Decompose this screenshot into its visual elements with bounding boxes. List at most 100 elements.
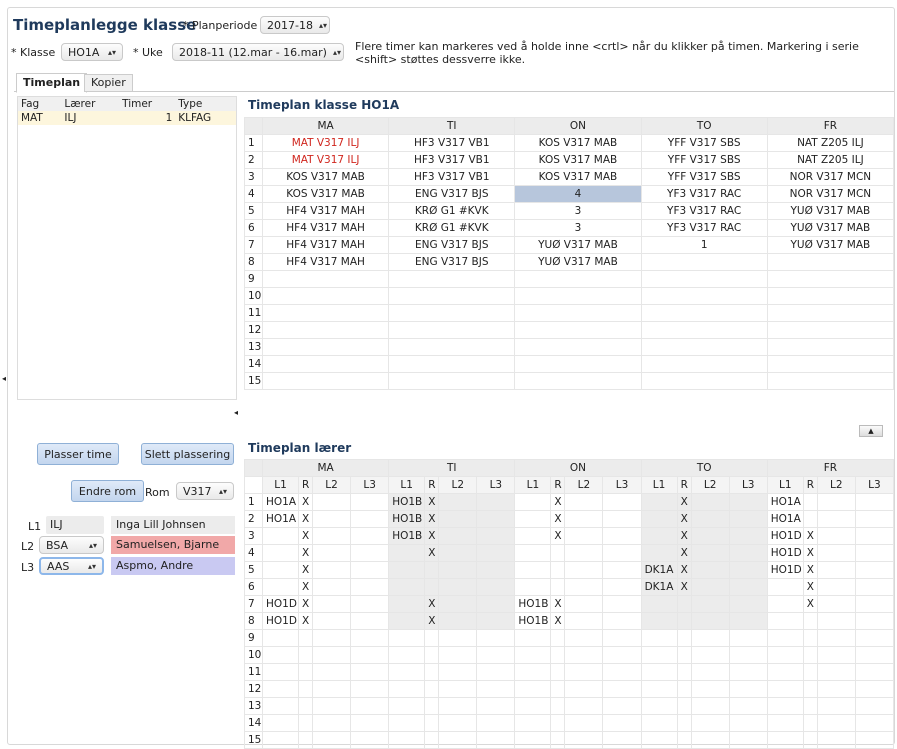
teacher-cell[interactable] (550, 646, 566, 664)
lesson-cell[interactable] (766, 355, 895, 373)
teacher-cell[interactable] (564, 578, 604, 596)
teacher-cell[interactable]: X (298, 561, 313, 579)
teacher-cell[interactable] (728, 697, 768, 715)
teacher-cell[interactable] (298, 680, 313, 698)
teacher-cell[interactable] (854, 646, 895, 664)
teacher-cell[interactable] (728, 714, 768, 732)
teacher-cell[interactable] (388, 697, 426, 715)
lesson-cell[interactable] (388, 372, 516, 390)
teacher-cell[interactable] (424, 697, 440, 715)
teacher-cell[interactable] (311, 544, 352, 562)
teacher-cell[interactable] (816, 731, 856, 749)
teacher-cell[interactable] (690, 646, 730, 664)
teacher-cell[interactable] (388, 646, 426, 664)
lesson-cell[interactable]: KOS V317 MAB (514, 151, 642, 169)
teacher-cell[interactable] (438, 510, 478, 528)
tab-kopier[interactable]: Kopier (84, 74, 133, 92)
teacher-cell[interactable]: X (676, 544, 692, 562)
lesson-cell[interactable]: KOS V317 MAB (514, 134, 642, 152)
lesson-cell[interactable] (388, 321, 516, 339)
teacher-cell[interactable] (350, 527, 390, 545)
teacher-cell[interactable]: X (550, 510, 566, 528)
teacher-cell[interactable] (350, 646, 390, 664)
expand-up-icon[interactable]: ▲ (859, 425, 883, 437)
lesson-cell[interactable] (514, 321, 642, 339)
lesson-cell[interactable]: KRØ G1 #KVK (388, 219, 516, 237)
teacher-cell[interactable] (676, 612, 692, 630)
teacher-cell[interactable] (766, 697, 804, 715)
endre-rom-button[interactable]: Endre rom (71, 480, 144, 502)
lesson-cell[interactable] (640, 338, 768, 356)
klasse-select[interactable]: HO1A ▴▾ (61, 43, 123, 61)
teacher-cell[interactable] (424, 731, 440, 749)
tab-timeplan[interactable]: Timeplan (16, 73, 88, 93)
teacher-cell[interactable] (550, 680, 566, 698)
teacher-cell[interactable] (350, 663, 390, 681)
teacher-cell[interactable] (564, 646, 604, 664)
lesson-cell[interactable] (261, 287, 390, 305)
teacher-cell[interactable] (311, 629, 352, 647)
lesson-cell[interactable] (261, 355, 390, 373)
lesson-cell[interactable]: YFF V317 SBS (640, 168, 768, 186)
teacher-cell[interactable] (388, 680, 426, 698)
teacher-cell[interactable] (311, 646, 352, 664)
teacher-cell[interactable] (602, 493, 642, 511)
teacher-cell[interactable] (550, 663, 566, 681)
teacher-cell[interactable]: DK1A (640, 578, 678, 596)
lesson-cell[interactable] (640, 355, 768, 373)
teacher-cell[interactable] (602, 663, 642, 681)
teacher-cell[interactable]: HO1A (766, 510, 804, 528)
teacher-cell[interactable]: X (298, 510, 313, 528)
teacher-cell[interactable]: DK1A (640, 561, 678, 579)
teacher-cell[interactable] (514, 714, 552, 732)
teacher-cell[interactable] (262, 680, 299, 698)
teacher-cell[interactable] (690, 595, 730, 613)
teacher-cell[interactable]: X (424, 595, 440, 613)
teacher-l1-code[interactable]: ILJ (46, 516, 104, 534)
teacher-cell[interactable] (438, 544, 478, 562)
lesson-cell[interactable] (261, 372, 390, 390)
teacher-cell[interactable]: HO1B (388, 510, 426, 528)
teacher-cell[interactable] (854, 578, 895, 596)
teacher-cell[interactable] (564, 680, 604, 698)
teacher-cell[interactable] (766, 612, 804, 630)
teacher-cell[interactable] (766, 578, 804, 596)
teacher-cell[interactable] (854, 680, 895, 698)
teacher-cell[interactable] (766, 663, 804, 681)
teacher-cell[interactable]: X (298, 544, 313, 562)
teacher-cell[interactable] (602, 510, 642, 528)
planperiode-select[interactable]: 2017-18 ▴▾ (260, 16, 330, 34)
lesson-cell[interactable]: YFF V317 SBS (640, 151, 768, 169)
lesson-cell[interactable]: HF4 V317 MAH (261, 253, 390, 271)
teacher-cell[interactable] (816, 578, 856, 596)
teacher-cell[interactable] (816, 544, 856, 562)
teacher-cell[interactable] (262, 561, 299, 579)
teacher-cell[interactable] (854, 629, 895, 647)
teacher-cell[interactable] (424, 663, 440, 681)
teacher-cell[interactable]: HO1D (766, 527, 804, 545)
teacher-cell[interactable] (802, 629, 818, 647)
lesson-cell[interactable] (766, 372, 895, 390)
lesson-cell[interactable] (640, 304, 768, 322)
teacher-cell[interactable] (728, 612, 768, 630)
teacher-l3-select[interactable]: AAS ▴▾ (39, 557, 104, 575)
teacher-cell[interactable] (766, 714, 804, 732)
lesson-cell[interactable]: HF4 V317 MAH (261, 219, 390, 237)
lesson-cell[interactable]: NAT Z205 ILJ (766, 134, 895, 152)
subject-row[interactable]: MAT ILJ 1 KLFAG (18, 111, 236, 125)
teacher-cell[interactable] (728, 646, 768, 664)
teacher-cell[interactable] (311, 510, 352, 528)
teacher-cell[interactable] (816, 663, 856, 681)
teacher-cell[interactable]: X (298, 578, 313, 596)
teacher-cell[interactable] (640, 663, 678, 681)
teacher-cell[interactable] (514, 578, 552, 596)
teacher-cell[interactable]: HO1D (766, 544, 804, 562)
teacher-cell[interactable] (640, 629, 678, 647)
lesson-cell[interactable] (388, 270, 516, 288)
teacher-cell[interactable] (262, 714, 299, 732)
teacher-cell[interactable] (816, 493, 856, 511)
teacher-cell[interactable] (438, 680, 478, 698)
teacher-cell[interactable] (640, 646, 678, 664)
teacher-cell[interactable] (350, 680, 390, 698)
teacher-cell[interactable] (438, 612, 478, 630)
